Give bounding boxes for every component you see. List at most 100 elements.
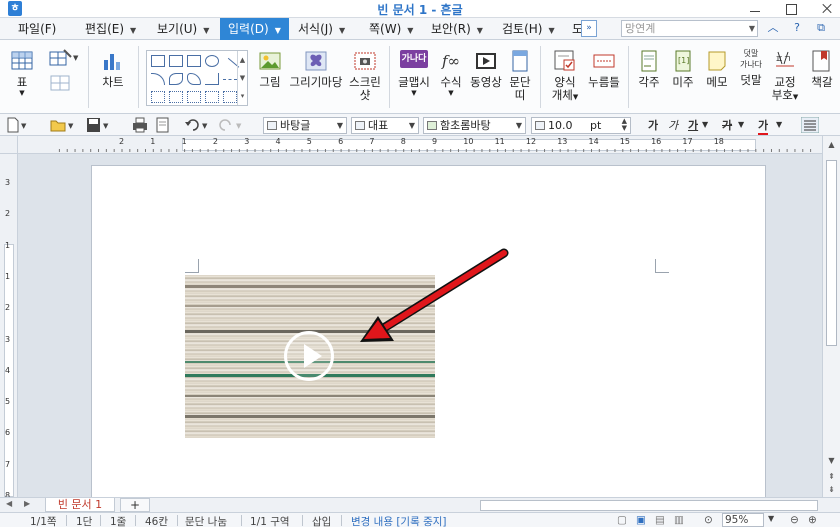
shapes-gallery[interactable]: ▲ ▼ ▾ bbox=[146, 50, 248, 106]
new-document-icon[interactable]: ▼ bbox=[6, 117, 30, 133]
dropdown-arrow-icon[interactable]: ▼ bbox=[275, 26, 281, 35]
underline-button[interactable]: 가 bbox=[688, 117, 698, 133]
ribbon-collapse-icon[interactable]: ︿ bbox=[766, 21, 780, 35]
tab-next-icon[interactable]: ▶ bbox=[24, 499, 30, 508]
view-page-icon[interactable]: ▣ bbox=[636, 514, 646, 526]
connector-shape-icon[interactable] bbox=[205, 73, 219, 85]
bookmark-button[interactable]: 책갈 bbox=[804, 40, 840, 89]
close-icon[interactable] bbox=[820, 2, 834, 16]
menu-format[interactable]: 서식(J) ▼ bbox=[298, 18, 345, 40]
zoom-in-icon[interactable]: ⊕ bbox=[808, 514, 817, 526]
connector-dotted-icon[interactable] bbox=[151, 91, 165, 103]
equation-button[interactable]: f∞ 수식 ▼ bbox=[436, 40, 466, 97]
dropdown-arrow-icon[interactable]: ▼ bbox=[793, 93, 798, 101]
menu-edit[interactable]: 편집(E) ▼ bbox=[85, 18, 136, 40]
minimize-icon[interactable] bbox=[748, 2, 762, 16]
dropdown-arrow-icon[interactable]: ▼ bbox=[436, 89, 466, 97]
font-color-dropdown-icon[interactable]: ▼ bbox=[776, 120, 782, 129]
search-input[interactable]: 망연계 ▼ bbox=[621, 20, 758, 37]
video-button[interactable]: 동영상 bbox=[468, 40, 504, 89]
add-tab-button[interactable]: + bbox=[120, 498, 150, 512]
window-restore-icon[interactable]: ⧉ bbox=[814, 21, 828, 35]
scroll-thumb[interactable] bbox=[826, 160, 837, 346]
align-justify-icon[interactable] bbox=[800, 116, 820, 134]
curve-shape-icon[interactable] bbox=[169, 73, 183, 85]
dropdown-arrow-icon[interactable]: ▼ bbox=[130, 26, 136, 35]
bold-button[interactable]: 가 bbox=[648, 117, 658, 133]
chart-button[interactable]: 차트 bbox=[96, 40, 130, 89]
status-insert-mode[interactable]: 삽입 bbox=[312, 514, 331, 527]
menu-view[interactable]: 보기(U) ▼ bbox=[157, 18, 209, 40]
document-tab[interactable]: 빈 문서 1 bbox=[45, 498, 115, 512]
rectangle-shape-icon[interactable] bbox=[187, 55, 201, 67]
help-icon[interactable]: ? bbox=[790, 21, 804, 35]
status-track-changes[interactable]: 변경 내용 [기록 중지] bbox=[351, 514, 447, 527]
strike-button[interactable]: 가 bbox=[722, 117, 732, 133]
dropdown-arrow-icon[interactable]: ▼ bbox=[477, 26, 483, 35]
menu-review[interactable]: 검토(H) ▼ bbox=[502, 18, 555, 40]
ruler-corner[interactable] bbox=[0, 136, 18, 154]
prev-page-icon[interactable]: ⇞ bbox=[825, 470, 838, 483]
status-page[interactable]: 1/1쪽 bbox=[30, 514, 57, 527]
undo-icon[interactable]: ▼ bbox=[184, 117, 210, 133]
search-dropdown-icon[interactable]: ▼ bbox=[749, 21, 755, 36]
font-size-input[interactable]: 10.0 pt ▲ ▼ bbox=[531, 117, 631, 134]
dropdown-arrow-icon[interactable]: ▼ bbox=[8, 89, 36, 97]
memo-button[interactable]: 메모 bbox=[702, 40, 732, 89]
connector-dotted-icon[interactable] bbox=[223, 91, 237, 103]
dropdown-arrow-icon[interactable]: ▼ bbox=[337, 118, 343, 133]
menu-insert[interactable]: 입력(D) ▼ bbox=[220, 18, 289, 40]
form-object-button[interactable]: 양식 개체▼ bbox=[548, 40, 582, 104]
dropdown-arrow-icon[interactable]: ▼ bbox=[407, 26, 413, 35]
open-folder-icon[interactable]: ▼ bbox=[50, 117, 76, 133]
endnote-button[interactable]: [1] 미주 bbox=[668, 40, 698, 89]
dropdown-arrow-icon[interactable]: ▼ bbox=[409, 118, 415, 133]
page[interactable] bbox=[91, 165, 766, 497]
font-color-button[interactable]: 가 bbox=[758, 117, 769, 135]
zoom-dropdown-icon[interactable]: ▼ bbox=[768, 514, 774, 523]
arrow-shape-icon[interactable] bbox=[223, 79, 237, 91]
gallery-scroll[interactable]: ▲ ▼ ▾ bbox=[237, 51, 247, 105]
connector-dotted-icon[interactable] bbox=[169, 91, 183, 103]
table-button[interactable]: 표 ▼ bbox=[8, 40, 36, 97]
zoom-out-icon[interactable]: ⊖ bbox=[790, 514, 799, 526]
zoom-select[interactable]: 95% bbox=[722, 513, 764, 527]
footnote-button[interactable]: 각주 bbox=[634, 40, 664, 89]
arc-shape-icon[interactable] bbox=[151, 73, 165, 85]
font-select[interactable]: 함초롬바탕 ▼ bbox=[423, 117, 526, 134]
tab-prev-icon[interactable]: ◀ bbox=[6, 499, 12, 508]
paragraph-band-button[interactable]: 문단 띠 bbox=[507, 40, 533, 102]
vertical-scrollbar[interactable]: ▲ ▼ ⇞ ⇟ bbox=[822, 136, 840, 497]
print-icon[interactable] bbox=[132, 117, 148, 133]
zoom-search-icon[interactable]: ⊙ bbox=[704, 514, 713, 526]
document-area[interactable] bbox=[18, 154, 822, 497]
connector-dotted-icon[interactable] bbox=[205, 91, 219, 103]
dropdown-arrow-icon[interactable]: ▼ bbox=[516, 118, 522, 133]
scroll-down-icon[interactable]: ▼ bbox=[825, 454, 838, 467]
next-page-icon[interactable]: ⇟ bbox=[825, 483, 838, 496]
spinner-icon[interactable]: ▲ ▼ bbox=[622, 118, 627, 132]
dropdown-arrow-icon[interactable]: ▼ bbox=[339, 26, 345, 35]
wordart-button[interactable]: 가나다 글맵시 ▼ bbox=[396, 40, 432, 97]
ruby-text-button[interactable]: 덧말 가나다 덧말 bbox=[734, 40, 768, 87]
connector-dotted-icon[interactable] bbox=[187, 91, 201, 103]
italic-button[interactable]: 가 bbox=[668, 117, 678, 133]
freeform-shape-icon[interactable] bbox=[187, 73, 201, 85]
dropdown-arrow-icon[interactable]: ▼ bbox=[396, 89, 432, 97]
strike-dropdown-icon[interactable]: ▼ bbox=[738, 120, 744, 129]
menu-page[interactable]: 쪽(W) ▼ bbox=[369, 18, 413, 40]
proofread-button[interactable]: ㅍㄱ 교정 부호▼ bbox=[770, 40, 800, 104]
horizontal-scrollbar[interactable] bbox=[480, 500, 818, 511]
dropdown-arrow-icon[interactable]: ▼ bbox=[203, 26, 209, 35]
menu-expand-button[interactable]: » bbox=[581, 20, 597, 37]
screenshot-button[interactable]: 스크린 샷 bbox=[348, 40, 382, 102]
view-normal-icon[interactable]: ▢ bbox=[617, 514, 627, 526]
vertical-ruler[interactable]: 32112345678 bbox=[0, 154, 18, 500]
preview-icon[interactable] bbox=[156, 117, 172, 133]
ellipse-shape-icon[interactable] bbox=[205, 55, 219, 67]
menu-file[interactable]: 파일(F) bbox=[18, 18, 56, 40]
textbox-shape-icon[interactable] bbox=[151, 55, 165, 67]
view-outline-icon[interactable]: ▥ bbox=[674, 514, 684, 526]
style-select[interactable]: 바탕글 ▼ bbox=[263, 117, 347, 134]
underline-dropdown-icon[interactable]: ▼ bbox=[702, 120, 708, 129]
